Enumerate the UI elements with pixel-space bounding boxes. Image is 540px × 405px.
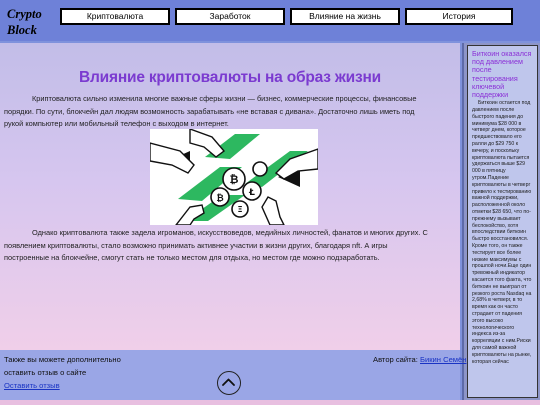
chevron-up-icon	[222, 378, 235, 386]
news-sidebar: Биткоин оказался под давлением после тес…	[462, 43, 540, 400]
author-link[interactable]: Бикин Семён	[420, 355, 466, 364]
scroll-to-top-button[interactable]	[217, 371, 241, 395]
site-logo[interactable]: Crypto Block	[7, 6, 47, 38]
news-card[interactable]: Биткоин оказался под давлением после тес…	[467, 45, 538, 398]
svg-text:₿: ₿	[230, 173, 239, 186]
article-paragraph-2: Однако криптовалюта также задела игроман…	[4, 228, 428, 262]
svg-text:₿: ₿	[216, 193, 223, 204]
illustration-svg: ₿ Ł ₿ Ξ	[149, 128, 319, 226]
svg-text:Ł: Ł	[248, 188, 255, 198]
nav-history[interactable]: История	[405, 8, 513, 25]
logo-line-1: Crypto	[7, 7, 42, 21]
article-paragraph-1: Криптовалюта сильно изменила многие важн…	[4, 94, 417, 128]
news-text: Биткоин остается под давлением после быс…	[472, 100, 532, 365]
author-info: Автор сайта: Бикин Семён	[373, 355, 466, 364]
feedback-text-line-2: оставить отзыв о сайте	[4, 368, 87, 377]
bottom-strip	[0, 400, 540, 405]
news-title: Биткоин оказался под давлением после тес…	[472, 49, 532, 100]
author-label: Автор сайта:	[373, 355, 418, 364]
feedback-text-line-1: Также вы можете дополнительно	[4, 355, 121, 364]
nav-earnings[interactable]: Заработок	[175, 8, 285, 25]
nav-influence-on-life[interactable]: Влияние на жизнь	[290, 8, 400, 25]
site-footer: Также вы можете дополнительно оставить о…	[0, 350, 466, 400]
crypto-hands-illustration: ₿ Ł ₿ Ξ	[149, 128, 319, 226]
article-title: Влияние криптовалюты на образ жизни	[79, 69, 381, 86]
main-content: Влияние криптовалюты на образ жизни Крип…	[0, 43, 460, 350]
logo-line-2: Block	[7, 23, 37, 37]
svg-text:Ξ: Ξ	[237, 205, 242, 214]
site-header: Crypto Block Криптовалюта Заработок Влия…	[0, 0, 540, 41]
nav-cryptocurrency[interactable]: Криптовалюта	[60, 8, 170, 25]
leave-feedback-link[interactable]: Оставить отзыв	[4, 381, 60, 390]
